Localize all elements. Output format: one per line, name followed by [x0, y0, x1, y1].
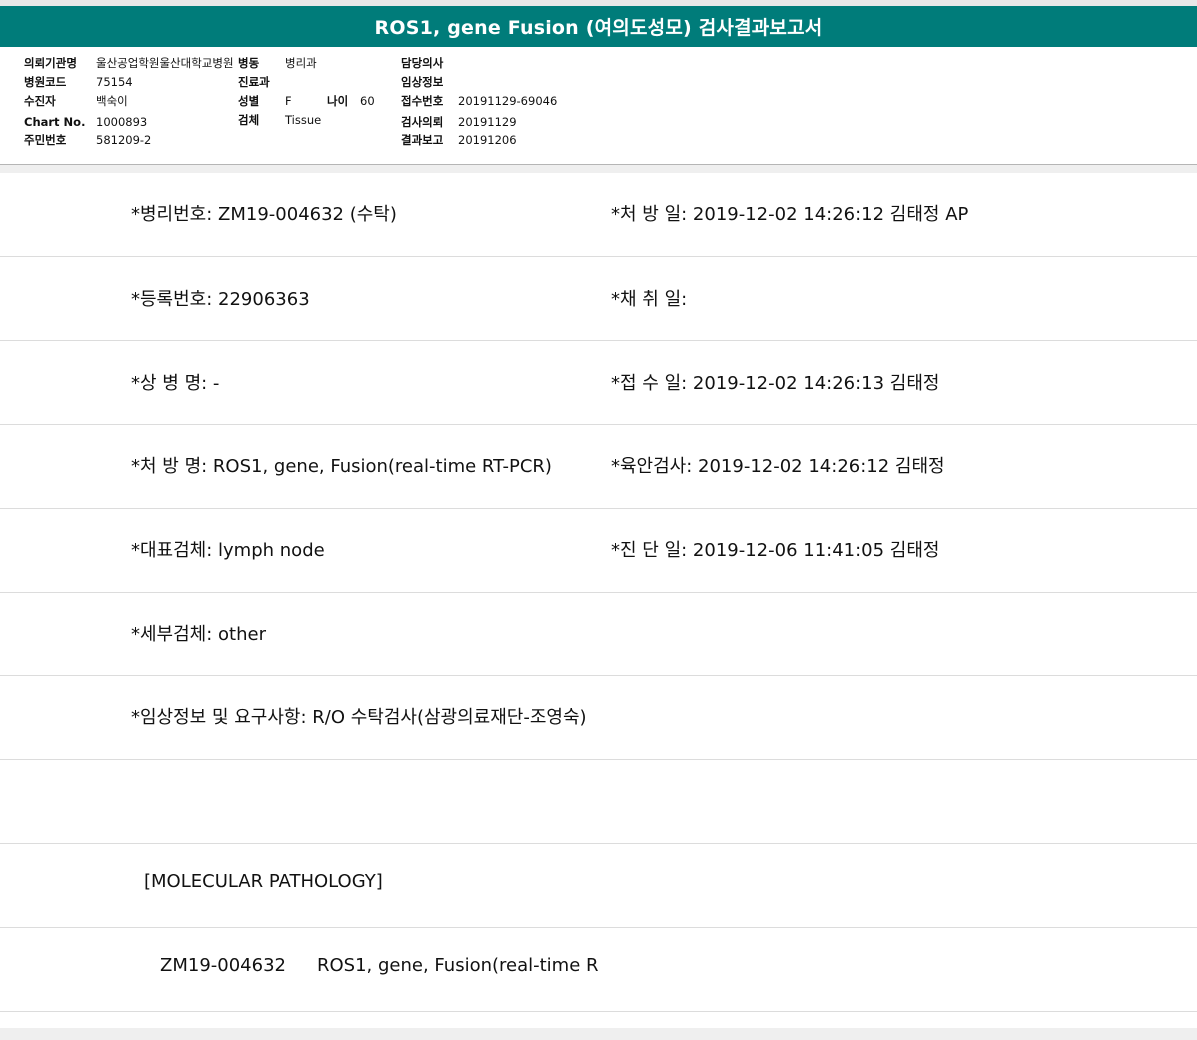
row-divider	[0, 759, 1197, 760]
hospital-code-label: 병원코드	[24, 75, 67, 89]
row-divider	[0, 592, 1197, 593]
receipt-no-value: 20191129-69046	[458, 94, 558, 108]
representative-specimen: *대표검체: lymph node	[131, 540, 325, 561]
diagnosis-date: *진 단 일: 2019-12-06 11:41:05 김태정	[611, 540, 940, 561]
collection-date: *채 취 일:	[611, 289, 688, 310]
detail-specimen: *세부검체: other	[131, 624, 266, 645]
order-name: *처 방 명: ROS1, gene, Fusion(real-time RT-…	[131, 456, 552, 477]
row-divider	[0, 927, 1197, 928]
pathology-number: *병리번호: ZM19-004632 (수탁)	[131, 204, 397, 225]
row-divider	[0, 508, 1197, 509]
patient-label: 수진자	[24, 94, 56, 108]
receipt-no-label: 접수번호	[401, 94, 444, 108]
clinical-info-label: 임상정보	[401, 75, 444, 89]
specimen-value: Tissue	[285, 113, 322, 127]
specimen-label: 검체	[238, 113, 260, 127]
row-divider	[0, 340, 1197, 341]
doctor-label: 담당의사	[401, 56, 444, 70]
report-title: ROS1, gene Fusion (여의도성모) 검사결과보고서	[0, 6, 1197, 47]
row-divider	[0, 424, 1197, 425]
test-request-value: 20191129	[458, 115, 517, 129]
row-divider	[0, 1011, 1197, 1012]
chart-no-value: 1000893	[96, 115, 148, 129]
result-pathology-number: ZM19-004632	[160, 955, 286, 976]
hospital-label: 의뢰기관명	[24, 56, 77, 70]
department-label: 진료과	[238, 75, 270, 89]
section-band-bottom	[0, 1028, 1197, 1040]
section-band-top	[0, 165, 1197, 173]
receipt-date: *접 수 일: 2019-12-02 14:26:13 김태정	[611, 373, 940, 394]
result-test-name: ROS1, gene, Fusion(real-time R	[317, 955, 599, 976]
order-date: *처 방 일: 2019-12-02 14:26:12 김태정 AP	[611, 204, 969, 225]
gross-exam-date: *육안검사: 2019-12-02 14:26:12 김태정	[611, 456, 945, 477]
registration-number: *등록번호: 22906363	[131, 289, 310, 310]
sex-label: 성별	[238, 94, 260, 108]
result-report-label: 결과보고	[401, 133, 444, 147]
clinical-request: *임상정보 및 요구사항: R/O 수탁검사(삼광의료재단-조영숙)	[131, 707, 587, 728]
test-request-label: 검사의뢰	[401, 115, 444, 129]
patient-value: 백숙이	[96, 94, 128, 108]
hospital-value: 울산공업학원울산대학교병원	[96, 56, 234, 70]
row-divider	[0, 675, 1197, 676]
ward-value: 병리과	[285, 56, 317, 70]
row-divider	[0, 843, 1197, 844]
age-value: 60	[360, 94, 375, 108]
result-report-value: 20191206	[458, 133, 517, 147]
age-label: 나이	[327, 94, 349, 108]
diagnosis-name: *상 병 명: -	[131, 373, 220, 394]
sex-value: F	[285, 94, 292, 108]
ward-label: 병동	[238, 56, 260, 70]
chart-no-label: Chart No.	[24, 115, 86, 129]
section-heading: [MOLECULAR PATHOLOGY]	[144, 871, 383, 892]
hospital-code-value: 75154	[96, 75, 133, 89]
resident-no-value: 581209-2	[96, 133, 152, 147]
resident-no-label: 주민번호	[24, 133, 67, 147]
row-divider	[0, 256, 1197, 257]
